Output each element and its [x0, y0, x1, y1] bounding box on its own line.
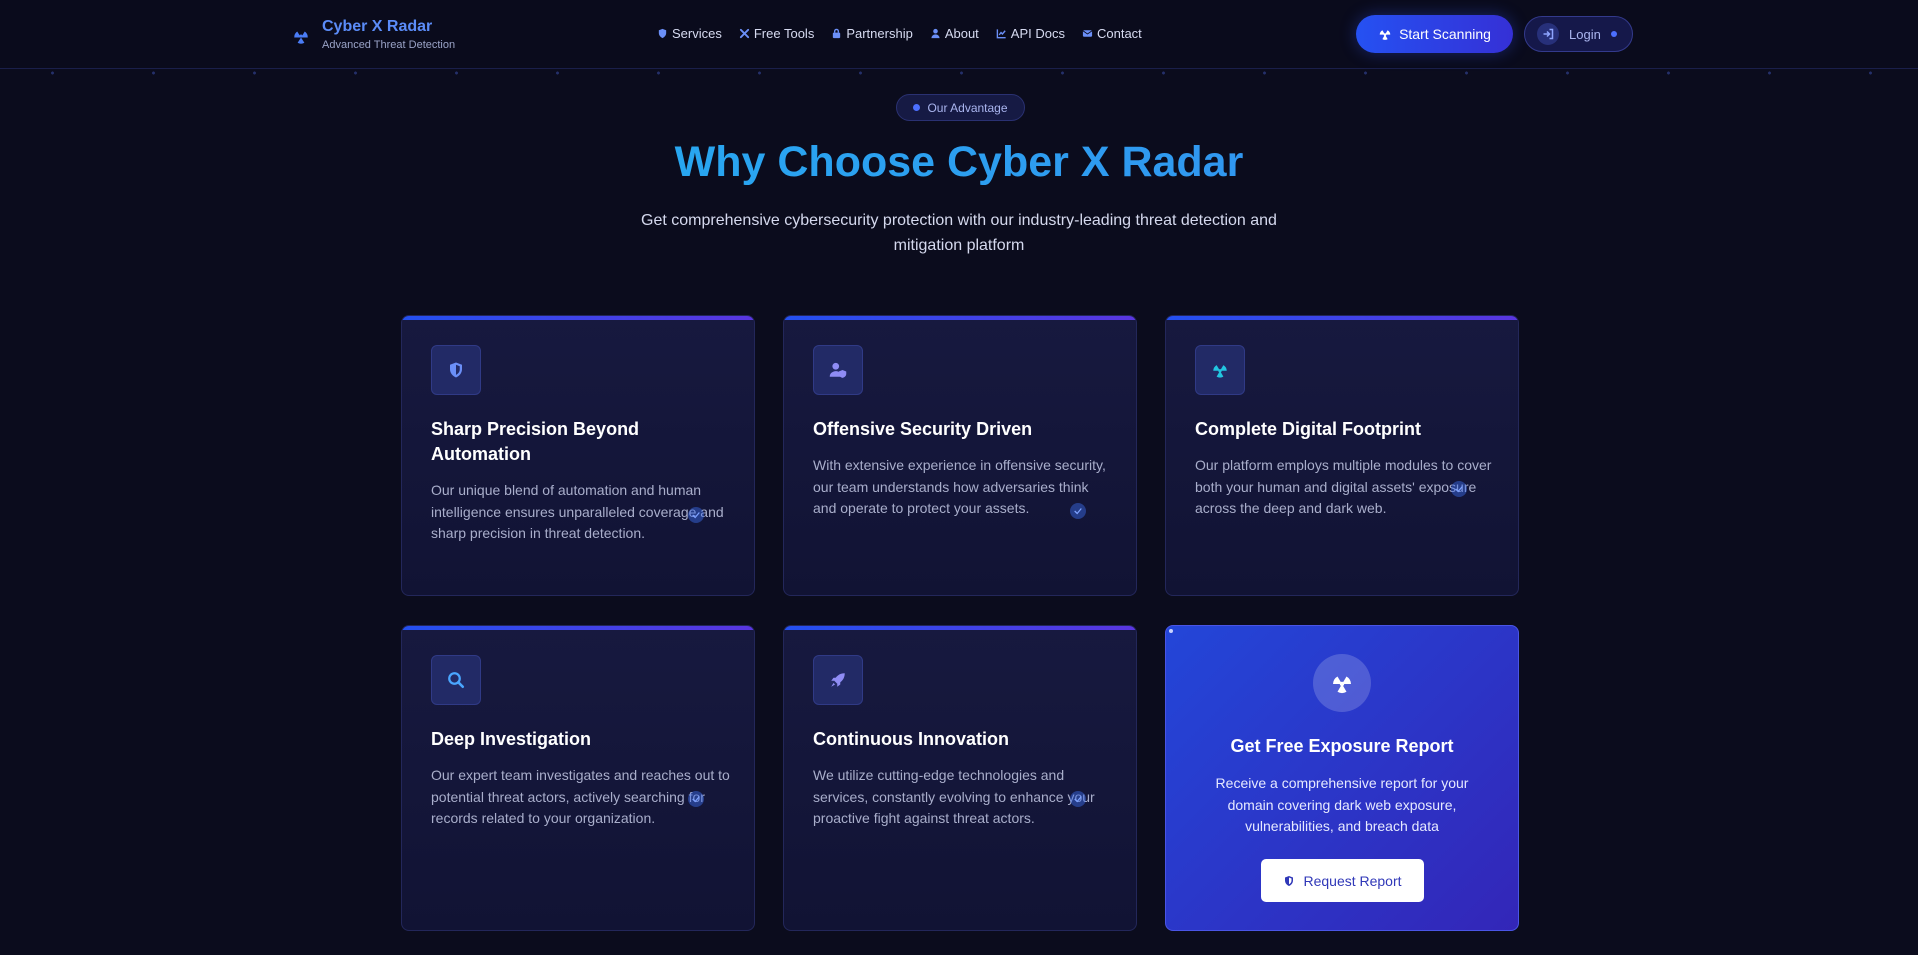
section-title: Why Choose Cyber X Radar [0, 138, 1918, 187]
rocket-icon [813, 655, 863, 705]
badge-dot [913, 104, 921, 111]
badge-label: Our Advantage [927, 100, 1008, 115]
site-header: Cyber X Radar Advanced Threat Detection … [0, 0, 1918, 69]
nav-label: Services [672, 26, 722, 41]
start-scanning-button[interactable]: Start Scanning [1356, 15, 1513, 53]
start-scanning-label: Start Scanning [1399, 26, 1491, 42]
nav-item-about[interactable]: About [930, 26, 979, 41]
feature-card-offensive: Offensive Security Driven With extensive… [783, 315, 1137, 596]
shield-icon [431, 345, 481, 395]
feature-card-precision: Sharp Precision Beyond Automation Our un… [401, 315, 755, 596]
feature-description: With extensive experience in offensive s… [813, 457, 1106, 516]
nav-label: Free Tools [753, 26, 815, 41]
check-icon [1070, 791, 1086, 807]
shield-icon [1285, 875, 1294, 886]
brand[interactable]: Cyber X Radar Advanced Threat Detection [292, 17, 455, 51]
check-icon [1451, 481, 1467, 497]
nav-label: About [944, 26, 979, 41]
cta-title: Get Free Exposure Report [1230, 736, 1454, 756]
search-icon [431, 655, 481, 705]
request-report-label: Request Report [1303, 872, 1402, 889]
section-subtitle: Get comprehensive cybersecurity protecti… [641, 212, 1277, 254]
request-report-button[interactable]: Request Report [1261, 859, 1424, 902]
feature-description: Our platform employs multiple modules to… [1195, 457, 1492, 516]
check-icon [688, 507, 704, 523]
nav-item-free-tools[interactable]: Free Tools [739, 26, 814, 41]
free-report-card: Get Free Exposure Report Receive a compr… [1165, 625, 1519, 931]
nav-item-services[interactable]: Services [657, 26, 722, 41]
radiation-icon [1313, 654, 1371, 712]
check-icon [688, 791, 704, 807]
decorative-dot [1169, 629, 1173, 633]
feature-description: We utilize cutting-edge technologies and… [813, 767, 1095, 826]
tools-icon [739, 28, 749, 39]
cta-description: Receive a comprehensive report for your … [1215, 775, 1469, 834]
nav-item-contact[interactable]: Contact [1082, 26, 1142, 41]
section-badge: Our Advantage [896, 94, 1025, 121]
main-nav: Services Free Tools Partnership About AP… [657, 26, 1159, 41]
nav-label: Contact [1096, 26, 1142, 41]
feature-title: Offensive Security Driven [813, 419, 1033, 439]
radiation-icon [294, 31, 308, 44]
feature-card-innovation: Continuous Innovation We utilize cutting… [783, 625, 1137, 931]
chart-icon [996, 29, 1006, 39]
brand-subtitle: Advanced Threat Detection [322, 39, 456, 51]
login-label: Login [1569, 26, 1601, 42]
check-icon [1070, 503, 1086, 519]
nav-item-api-docs[interactable]: API Docs [996, 26, 1065, 41]
feature-description: Our expert team investigates and reaches… [431, 767, 730, 826]
feature-title: Deep Investigation [431, 729, 592, 749]
feature-title: Continuous Innovation [813, 729, 1009, 749]
shield-icon [658, 28, 667, 39]
header-divider-dots [0, 71, 1918, 75]
brand-title: Cyber X Radar [322, 18, 433, 35]
user-shield-icon [813, 345, 863, 395]
nav-label: Partnership [846, 26, 913, 41]
radiation-icon [1379, 30, 1391, 40]
nav-item-partnership[interactable]: Partnership [831, 26, 913, 41]
feature-description: Our unique blend of automation and human… [431, 482, 724, 541]
user-icon [931, 28, 940, 39]
envelope-icon [1082, 30, 1093, 37]
nav-label: API Docs [1010, 26, 1065, 41]
login-button[interactable]: Login [1524, 16, 1633, 52]
feature-card-investigation: Deep Investigation Our expert team inves… [401, 625, 755, 931]
status-dot [1610, 31, 1617, 37]
radiation-icon [1195, 345, 1245, 395]
feature-card-footprint: Complete Digital Footprint Our platform … [1165, 315, 1519, 596]
sign-in-icon [1537, 23, 1559, 45]
lock-icon [833, 28, 841, 39]
feature-title: Complete Digital Footprint [1195, 419, 1421, 439]
feature-title: Sharp Precision Beyond Automation [431, 419, 640, 464]
